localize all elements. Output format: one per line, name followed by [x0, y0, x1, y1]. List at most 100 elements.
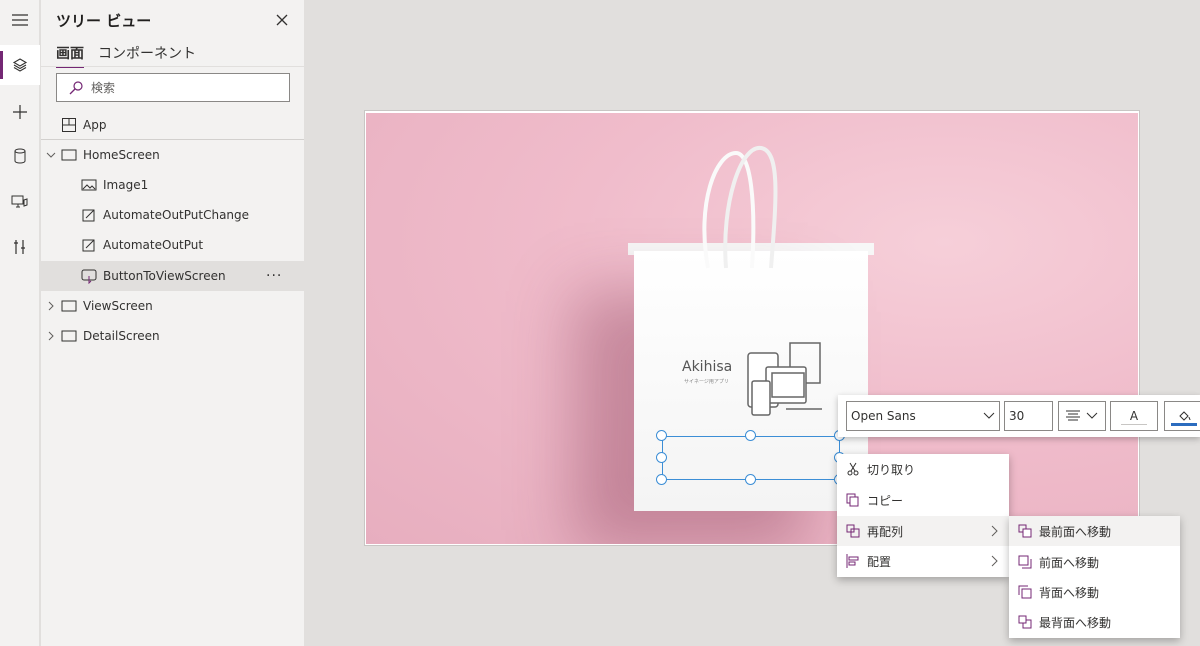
tree-item-image1[interactable]: Image1 — [41, 170, 305, 200]
tab-screens[interactable]: 画面 — [56, 43, 84, 68]
button-icon — [81, 268, 97, 284]
tree-item-label: ViewScreen — [83, 299, 153, 313]
menu-item-label: 背面へ移動 — [1039, 585, 1100, 600]
chevron-right-icon[interactable] — [45, 330, 57, 342]
font-family-value: Open Sans — [851, 409, 916, 423]
menu-item-label: 切り取り — [867, 462, 916, 477]
screen-icon — [61, 147, 77, 163]
devices-logo-icon — [747, 342, 822, 416]
resize-handle[interactable] — [656, 430, 667, 441]
insert-button[interactable] — [0, 92, 40, 132]
menu-item-send-backward[interactable]: 背面へ移動 — [1009, 577, 1180, 607]
text-align-select[interactable] — [1058, 401, 1106, 431]
menu-item-label: 前面へ移動 — [1039, 555, 1100, 570]
tree-item-label: AutomateOutPut — [103, 238, 204, 252]
tree-item-label: Image1 — [103, 178, 149, 192]
send-backward-icon — [1017, 584, 1033, 600]
data-button[interactable] — [0, 136, 40, 176]
bag-brand-subtext: サイネージ用アプリ — [684, 379, 729, 385]
panel-title: ツリー ビュー — [56, 12, 152, 30]
context-menu: 切り取り コピー 再配列 配置 — [837, 454, 1009, 577]
align-center-icon — [1066, 410, 1080, 421]
bag-brand-text: Akihisa — [682, 359, 733, 375]
media-button[interactable] — [0, 182, 40, 222]
chevron-right-icon — [991, 555, 998, 567]
reorder-icon — [845, 523, 861, 539]
edit-text-icon — [81, 207, 97, 223]
align-left-icon — [845, 553, 861, 569]
tree-view-panel: ツリー ビュー 画面 コンポーネント 検索 App HomeScreen Ima… — [41, 0, 305, 646]
tab-components[interactable]: コンポーネント — [98, 43, 196, 68]
close-button[interactable] — [273, 11, 291, 29]
chevron-right-icon — [991, 525, 998, 537]
search-placeholder: 検索 — [91, 81, 116, 95]
hamburger-menu-button[interactable] — [0, 0, 40, 40]
divider — [41, 66, 304, 67]
tree-item-app[interactable]: App — [41, 110, 305, 140]
tree-item-label: ButtonToViewScreen — [103, 269, 226, 283]
image-icon — [81, 177, 97, 193]
resize-handle[interactable] — [745, 430, 756, 441]
menu-item-align[interactable]: 配置 — [837, 546, 1009, 576]
search-icon — [69, 80, 83, 94]
menu-item-bring-to-front[interactable]: 最前面へ移動 — [1009, 516, 1180, 546]
bring-forward-icon — [1017, 554, 1033, 570]
media-icon — [11, 195, 28, 208]
menu-item-label: 配置 — [867, 554, 892, 569]
edit-text-icon — [81, 237, 97, 253]
chevron-down-icon — [983, 412, 995, 419]
tree-item-label: App — [83, 118, 107, 132]
tree-item-detailscreen[interactable]: DetailScreen — [41, 321, 305, 351]
menu-item-reorder[interactable]: 再配列 — [837, 516, 1009, 546]
fill-color-button[interactable] — [1164, 401, 1200, 431]
menu-item-bring-forward[interactable]: 前面へ移動 — [1009, 547, 1180, 577]
bag-handle — [702, 145, 778, 269]
search-input[interactable]: 検索 — [56, 73, 290, 102]
chevron-down-icon — [1086, 412, 1098, 419]
menu-item-label: 最前面へ移動 — [1039, 524, 1112, 539]
tree-item-buttontoviewscreen[interactable]: ButtonToViewScreen ··· — [41, 261, 305, 291]
menu-item-label: 最背面へ移動 — [1039, 615, 1112, 630]
tools-icon — [14, 240, 25, 254]
tree-item-homescreen[interactable]: HomeScreen — [41, 140, 305, 170]
resize-handle[interactable] — [745, 474, 756, 485]
tree-item-automateoutput[interactable]: AutomateOutPut — [41, 230, 305, 260]
chevron-right-icon[interactable] — [45, 300, 57, 312]
layers-icon — [12, 58, 28, 72]
close-icon — [276, 14, 288, 26]
font-color-label: A — [1129, 409, 1139, 423]
menu-item-label: コピー — [867, 493, 904, 508]
bring-to-front-icon — [1017, 523, 1033, 539]
format-toolbar: Open Sans 30 A — [838, 395, 1200, 437]
font-size-input[interactable]: 30 — [1004, 401, 1053, 431]
tree-item-label: AutomateOutPutChange — [103, 208, 250, 222]
tree-item-label: DetailScreen — [83, 329, 160, 343]
data-cylinder-icon — [14, 148, 26, 164]
font-size-value: 30 — [1009, 409, 1025, 423]
copy-icon — [845, 492, 861, 508]
menu-item-copy[interactable]: コピー — [837, 485, 1009, 515]
menu-item-send-to-back[interactable]: 最背面へ移動 — [1009, 607, 1180, 637]
left-rail — [0, 0, 40, 646]
menu-item-cut[interactable]: 切り取り — [837, 454, 1009, 484]
chevron-down-icon[interactable] — [45, 149, 57, 161]
resize-handle[interactable] — [656, 474, 667, 485]
send-to-back-icon — [1017, 614, 1033, 630]
more-options-button[interactable]: ··· — [266, 268, 282, 284]
app-icon — [61, 117, 77, 133]
tree-item-automateoutputchange[interactable]: AutomateOutPutChange — [41, 200, 305, 230]
tree-view-button[interactable] — [0, 45, 40, 85]
screen-icon — [61, 328, 77, 344]
font-color-button[interactable]: A — [1110, 401, 1158, 431]
font-family-select[interactable]: Open Sans — [846, 401, 1000, 431]
tree-item-viewscreen[interactable]: ViewScreen — [41, 291, 305, 321]
scissors-icon — [845, 461, 861, 477]
menu-item-label: 再配列 — [867, 524, 904, 539]
resize-handle[interactable] — [656, 452, 667, 463]
tools-button[interactable] — [0, 227, 40, 267]
hamburger-menu-icon — [12, 14, 28, 26]
plus-icon — [13, 105, 27, 119]
tab-bar: 画面 コンポーネント — [56, 43, 196, 68]
tree-item-label: HomeScreen — [83, 148, 160, 162]
screen-icon — [61, 298, 77, 314]
